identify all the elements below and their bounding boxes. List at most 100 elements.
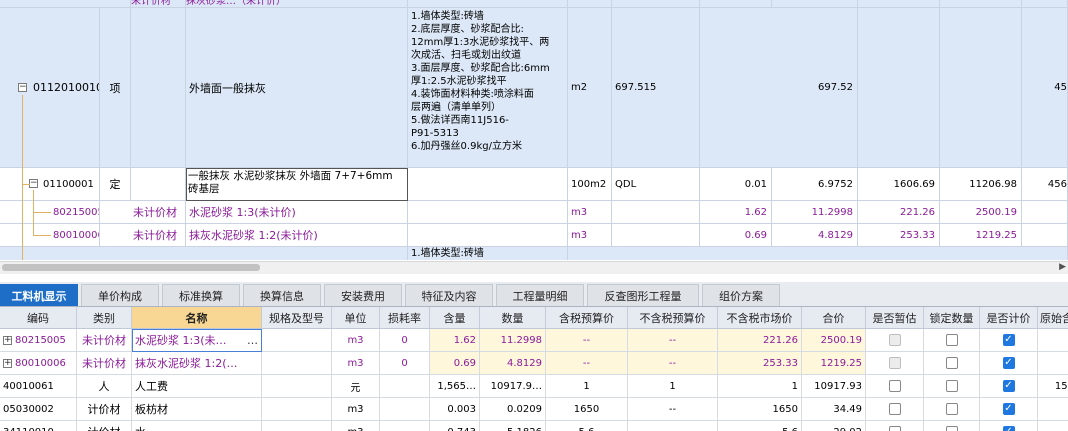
header-lock-quantity[interactable]: 锁定数量 (924, 307, 980, 328)
collapse-icon[interactable]: − (18, 83, 27, 92)
checkbox[interactable] (888, 380, 901, 392)
cell-type[interactable]: 计价材 (77, 421, 132, 431)
horizontal-scrollbar[interactable]: ▶ (0, 261, 1068, 274)
cell-orig[interactable]: 0 (1038, 421, 1068, 431)
header-quantity[interactable]: 数量 (480, 307, 546, 328)
cell-total[interactable]: 29.02 (802, 421, 866, 431)
tab-graphic-quantity-lookup[interactable]: 反查图形工程量 (587, 284, 699, 306)
item-quantity[interactable]: 697.515 (612, 8, 700, 168)
cell-unit[interactable]: m3 (332, 421, 380, 431)
header-total[interactable]: 合价 (802, 307, 866, 328)
grid-row-partial[interactable]: 1.墙体类型:砖墙 (0, 247, 1068, 260)
material-row[interactable]: 80010006 未计价材 抹灰水泥砂浆 1:2(未计价) m3 0.69 4.… (0, 224, 1068, 247)
cell-orig[interactable]: 156 (1038, 375, 1068, 398)
cell-notax-price[interactable]: 1 (628, 375, 718, 398)
cell-spec[interactable] (262, 352, 332, 375)
cell-code[interactable]: +80215005 (0, 329, 77, 352)
cell-market[interactable]: 5.6 (718, 421, 802, 431)
cell-name[interactable]: 抹灰水泥砂浆 1:2(… (132, 352, 262, 375)
cell-unit[interactable]: m3 (332, 352, 380, 375)
cell-tax-price[interactable]: 1650 (546, 398, 628, 421)
cell-notax-price[interactable]: -- (628, 398, 718, 421)
tab-unit-price-composition[interactable]: 单价构成 (81, 284, 159, 306)
item-feature-description[interactable]: 1.墙体类型:砖墙 2.底层厚度、砂浆配合比: 12mm厚1:3水泥砂浆找平、两 次成… (408, 8, 568, 168)
cell-unit[interactable]: 元 (332, 375, 380, 398)
resource-row[interactable]: 34110010 计价材 水 m3 0.743 5.1826 5.6 -- 5.6 29.02 ✓ 0 (0, 421, 1068, 431)
cell-content[interactable]: 1,565… (430, 375, 480, 398)
resource-row[interactable]: +80010006 未计价材 抹灰水泥砂浆 1:2(… m3 0 0.69 4.8129 --… (0, 352, 1068, 375)
header-tax-budget-price[interactable]: 含税预算价 (546, 307, 628, 328)
cell-name[interactable]: 板枋材 (132, 398, 262, 421)
cell-loss[interactable] (380, 375, 430, 398)
checkbox[interactable] (888, 426, 901, 431)
header-notax-market-price[interactable]: 不含税市场价 (718, 307, 802, 328)
header-provisional[interactable]: 是否暂估 (866, 307, 924, 328)
cell-loss[interactable]: 0 (380, 329, 430, 352)
cell-content[interactable]: 0.003 (430, 398, 480, 421)
cell-name[interactable]: 人工费 (132, 375, 262, 398)
cell-spec[interactable] (262, 375, 332, 398)
checkbox[interactable] (945, 380, 958, 392)
resource-row[interactable]: 05030002 计价材 板枋材 m3 0.003 0.0209 1650 -- 1650 34.… (0, 398, 1068, 421)
header-spec[interactable]: 规格及型号 (262, 307, 332, 328)
cell-code[interactable]: 05030002 (0, 398, 77, 421)
checkbox-checked[interactable]: ✓ (1002, 380, 1015, 392)
tab-features-content[interactable]: 特征及内容 (405, 284, 493, 306)
cell-spec[interactable] (262, 398, 332, 421)
checkbox[interactable] (945, 426, 958, 431)
scroll-right-icon[interactable]: ▶ (1059, 262, 1066, 272)
cell-total[interactable]: 2500.19 (802, 329, 866, 352)
checkbox[interactable] (945, 403, 958, 415)
header-unit[interactable]: 单位 (332, 307, 380, 328)
cell-qty[interactable]: 4.8129 (480, 352, 546, 375)
tab-pricing-scheme[interactable]: 组价方案 (702, 284, 780, 306)
header-is-priced[interactable]: 是否计价 (980, 307, 1038, 328)
cell-notax-price[interactable]: -- (628, 329, 718, 352)
expand-icon[interactable]: + (3, 335, 12, 345)
header-original-content[interactable]: 原始含 (1038, 307, 1068, 328)
cell-loss[interactable] (380, 421, 430, 431)
resource-row[interactable]: 40010061 人 人工费 元 1,565… 10917.9… 1 1 1 10917.93 ✓ 1… (0, 375, 1068, 398)
cell-tax-price[interactable]: -- (546, 329, 628, 352)
item-name[interactable]: 外墙面一般抹灰 (186, 8, 408, 168)
cell-code[interactable]: 40010061 (0, 375, 77, 398)
checkbox[interactable] (888, 403, 901, 415)
cell-name[interactable]: 水泥砂浆 1:3(未…… (132, 329, 262, 352)
cell-content[interactable]: 0.743 (430, 421, 480, 431)
cell-loss[interactable] (380, 398, 430, 421)
checkbox[interactable] (945, 334, 958, 346)
cell-code[interactable]: 34110010 (0, 421, 77, 431)
quota-expression[interactable]: QDL (612, 168, 700, 201)
header-loss-rate[interactable]: 损耗率 (380, 307, 430, 328)
cell-loss[interactable]: 0 (380, 352, 430, 375)
checkbox-checked[interactable]: ✓ (1002, 357, 1015, 369)
cell-qty[interactable]: 11.2998 (480, 329, 546, 352)
header-name[interactable]: 名称 (132, 307, 262, 328)
tab-conversion-info[interactable]: 换算信息 (243, 284, 321, 306)
cell-notax-price[interactable]: -- (628, 421, 718, 431)
header-notax-budget-price[interactable]: 不含税预算价 (628, 307, 718, 328)
checkbox-checked[interactable]: ✓ (1002, 334, 1015, 346)
cell-type[interactable]: 计价材 (77, 398, 132, 421)
header-code[interactable]: 编码 (0, 307, 77, 328)
quota-row[interactable]: − 01100001 定 一般抹灰 水泥砂浆抹灰 外墙面 7+7+6mm 砖基层… (0, 168, 1068, 201)
cell-tax-price[interactable]: 1 (546, 375, 628, 398)
cell-qty[interactable]: 10917.9… (480, 375, 546, 398)
expand-icon[interactable]: + (3, 358, 12, 368)
bill-item-row[interactable]: − 011201001003 项 外墙面一般抹灰 1.墙体类型:砖墙 2.底层厚度… (0, 8, 1068, 168)
cell-orig[interactable]: 0 (1038, 398, 1068, 421)
cell-unit[interactable]: m3 (332, 398, 380, 421)
checkbox-checked[interactable]: ✓ (1002, 426, 1015, 431)
header-content[interactable]: 含量 (430, 307, 480, 328)
material-row[interactable]: 80215005 未计价材 水泥砂浆 1:3(未计价) m3 1.62 11.2… (0, 201, 1068, 224)
cell-orig[interactable] (1038, 352, 1068, 375)
tab-labor-material-machine[interactable]: 工料机显示 (0, 284, 78, 306)
cell-notax-price[interactable]: -- (628, 352, 718, 375)
cell-orig[interactable] (1038, 329, 1068, 352)
header-type[interactable]: 类别 (77, 307, 132, 328)
cell-content[interactable]: 1.62 (430, 329, 480, 352)
cell-content[interactable]: 0.69 (430, 352, 480, 375)
scrollbar-thumb[interactable] (2, 264, 260, 271)
cell-type[interactable]: 人 (77, 375, 132, 398)
cell-unit[interactable]: m3 (332, 329, 380, 352)
